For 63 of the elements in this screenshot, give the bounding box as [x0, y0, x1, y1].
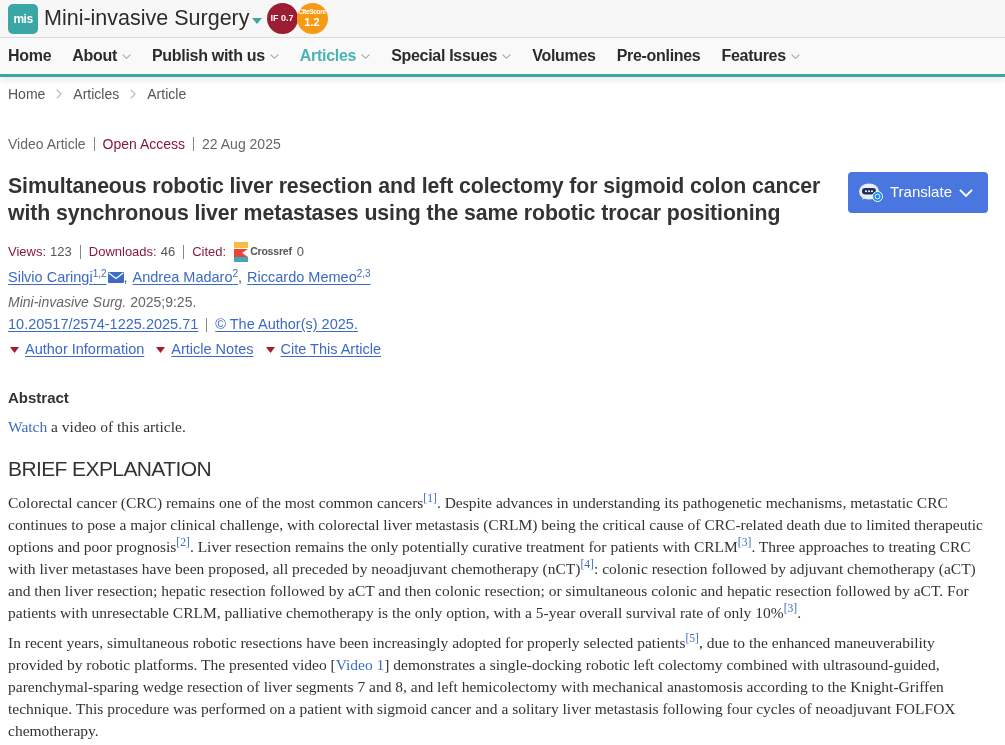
caret-icon[interactable]	[265, 346, 275, 353]
article-type: Video Article	[8, 134, 86, 154]
toggle-link[interactable]: Author Information	[25, 338, 145, 361]
nav-item[interactable]: About	[72, 44, 131, 68]
author-link[interactable]: Andrea Madaro$^{2}$	[132, 266, 239, 289]
doi-link[interactable]: 10.20517/2574-1225.2025.71	[8, 314, 199, 336]
license-link[interactable]: © The Author(s) 2025.	[215, 314, 358, 336]
chevron-right-icon	[56, 89, 63, 99]
citation-link[interactable]: [3]	[737, 536, 752, 550]
article-title: Simultaneous robotic liver resection and left colectomy for sigmoid colon cancer with synchronous liver metastases using the same robotic trocar positioning	[8, 173, 822, 227]
chevron-down-icon	[269, 53, 279, 59]
translate-button[interactable]: Translate	[848, 172, 988, 213]
author-separator: ,	[238, 267, 243, 287]
impact-factor-badge[interactable]: IF 0.7	[266, 3, 298, 34]
nav-item[interactable]: Publish with us	[152, 44, 279, 68]
journal-logo[interactable]: mis	[8, 3, 38, 34]
body-paragraph: Colorectal cancer (CRC) remains one of the most common cancers$^{[1]}$. Despite advances in understanding its pathogenetic mechanisms, metastatic CRC continues to pose a major clinical challenge, with colorectal liver metastasis (CRLM) being the critical cause of CRC-related death due to limited therapeutic options and poor prognosis$^{[2]}$. Liver resection remains the only potentially curative treatment for patients with CRLM$^{[3]}$. Three approaches to treating CRC with liver metastases have been proposed, all preceded by neoadjuvant chemotherapy (nCT)$^{[4]}$: colonic resection followed by adjuvant chemotherapy (aCT) and then liver resection; hepatic resection followed by aCT and then colonic resection; or simultaneous colonic and hepatic resection followed by aCT. For patients with unresectable CRLM, palliative chemotherapy is the only option, with a 5-year overall survival rate of only 10%$^{[3]}$.	[8, 492, 984, 623]
citation-link[interactable]: [3]	[783, 602, 798, 616]
metric-value: 46	[160, 243, 176, 262]
nav-item[interactable]: Features	[721, 44, 800, 68]
chevron-down-icon	[361, 53, 371, 59]
metric-value: 0	[296, 243, 304, 262]
toggle-link[interactable]: Cite This Article	[280, 338, 381, 361]
metric-label: Downloads:	[88, 243, 157, 262]
crossref-logo-icon	[234, 242, 249, 262]
citation-link[interactable]: [1]	[423, 492, 437, 506]
author-link[interactable]: Silvio Caringi$^{1,2}$	[8, 266, 107, 289]
publish-date: 22 Aug 2025	[202, 134, 281, 154]
nav-item[interactable]: Pre-onlines	[616, 44, 701, 68]
citation-link[interactable]: [2]	[176, 536, 190, 550]
author-separator: ,	[123, 267, 128, 287]
chevron-down-icon	[959, 188, 973, 197]
journal-title[interactable]: Mini-invasive Surgery	[44, 2, 250, 35]
metric-value: 123	[50, 243, 72, 262]
chevron-down-icon	[122, 53, 131, 59]
crossref-label: Crossref	[250, 244, 292, 260]
nav-item[interactable]: Home	[8, 44, 52, 68]
abstract-heading: Abstract	[8, 387, 70, 408]
inline-link[interactable]: Video 1	[335, 656, 385, 673]
author-link[interactable]: Riccardo Memeo$^{2,3}$	[247, 266, 371, 289]
breadcrumb-link[interactable]: Articles	[73, 83, 120, 105]
nav-item[interactable]: Volumes	[532, 44, 596, 68]
metric-label: Views:	[8, 243, 47, 262]
open-access-label: Open Access	[102, 134, 186, 154]
mail-icon[interactable]	[107, 272, 124, 283]
abstract-text: Watch a video of this article.	[8, 417, 187, 438]
toggle-link[interactable]: Article Notes	[171, 338, 254, 361]
caret-icon[interactable]	[156, 346, 166, 353]
citescore-value: 1.2	[304, 16, 320, 28]
chevron-down-icon	[790, 53, 800, 59]
caret-icon[interactable]	[10, 346, 19, 353]
nav-item[interactable]: Special Issues	[391, 44, 512, 68]
breadcrumb-link[interactable]: Article	[147, 83, 187, 105]
chevron-down-icon	[502, 53, 512, 59]
citation-link[interactable]: [4]	[580, 558, 594, 572]
inline-link[interactable]: Watch	[8, 418, 48, 436]
body-paragraph: In recent years, simultaneous robotic resections have been increasingly adopted for properly selected patients$^{[5]}$, due to the enhanced maneuverability provided by robotic platforms. The presented video [Video 1] demonstrates a single-docking robotic left colectomy combined with ultrasound-guided, parenchymal-sparing wedge resection of liver segments 7 and 8, and left hemicolectomy with mechanical anastomosis according to the Knight-Griffen technique. This procedure was performed on a patient with sigmoid cancer and a solitary liver metastasis following four cycles of neoadjuvant FOLFOX chemotherapy.	[8, 632, 957, 741]
breadcrumb-link[interactable]: Home	[8, 83, 46, 105]
robot-chat-icon	[859, 183, 883, 202]
section-heading: BRIEF EXPLANATION	[8, 456, 212, 483]
chevron-right-icon	[130, 89, 137, 99]
citation-link[interactable]: [5]	[685, 632, 699, 646]
metric-label: Cited:	[192, 243, 227, 262]
